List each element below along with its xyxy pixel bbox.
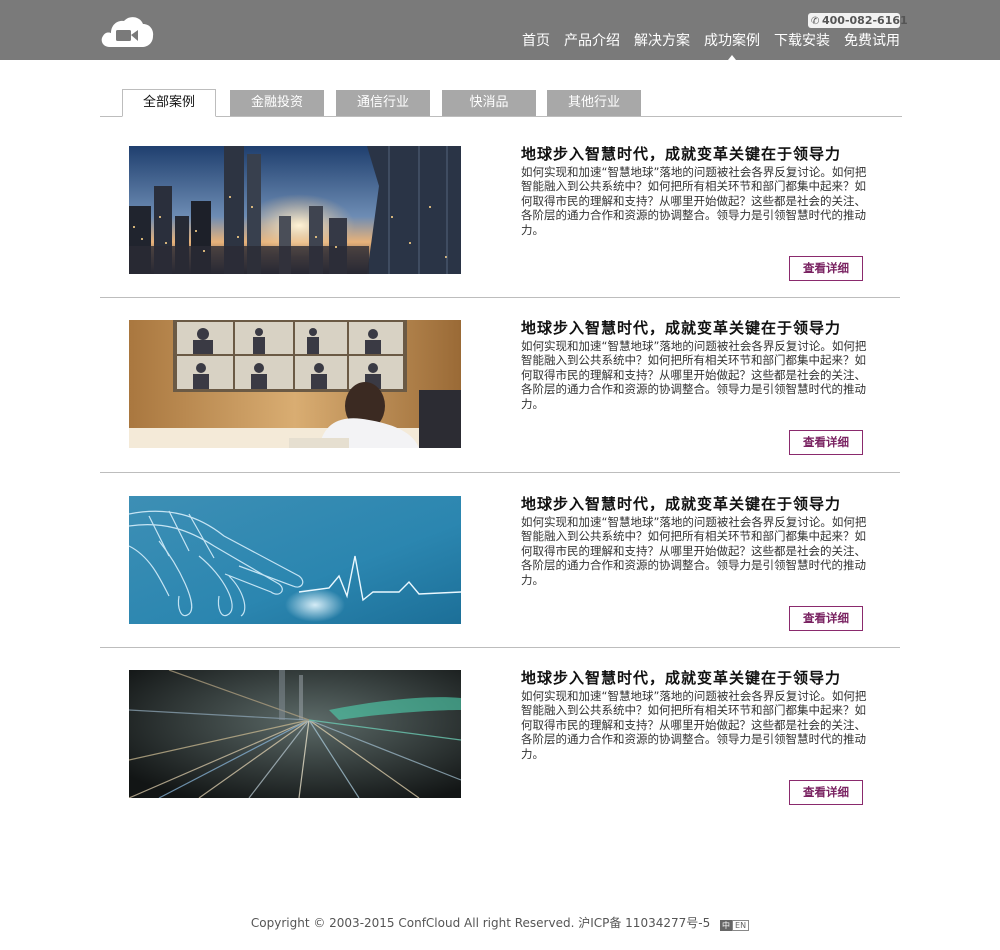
nav-products[interactable]: 产品介绍 [564,32,620,50]
view-details-button[interactable]: 查看详细 [789,430,863,455]
tab-other[interactable]: 其他行业 [547,90,641,116]
lang-zh-button[interactable]: 中 [720,919,733,931]
view-details-button[interactable]: 查看详细 [789,780,863,805]
video-conference-photo[interactable] [129,320,461,448]
case-title: 地球步入智慧时代，成就变革关键在于领导力 [521,669,842,687]
phone-number: ✆ 400-082-6161 [808,13,908,28]
cloud-video-camera-icon[interactable] [100,13,154,49]
case-item: 地球步入智慧时代，成就变革关键在于领导力 如何实现和加速“智慧地球”落地的问题被… [100,319,900,473]
site-header: ✆ 400-082-6161 首页 产品介绍 解决方案 成功案例 下载安装 免费试… [0,0,1000,60]
nav-download[interactable]: 下载安装 [774,32,830,50]
site-footer: Copyright © 2003-2015 ConfCloud All righ… [0,914,1000,931]
case-description: 如何实现和加速“智慧地球”落地的问题被社会各界反复讨论。如何把智能融入到公共系统… [521,515,867,587]
city-skyline-photo[interactable] [129,146,461,274]
nav-cases[interactable]: 成功案例 [704,32,760,60]
case-item: 地球步入智慧时代，成就变革关键在于领导力 如何实现和加速“智慧地球”落地的问题被… [100,669,900,820]
light-speed-city-photo[interactable] [129,670,461,798]
view-details-button[interactable]: 查看详细 [789,606,863,631]
case-item: 地球步入智慧时代，成就变革关键在于领导力 如何实现和加速“智慧地球”落地的问题被… [100,495,900,648]
tab-all-cases[interactable]: 全部案例 [122,89,216,117]
category-tabs: 全部案例 金融投资 通信行业 快消品 其他行业 [100,89,902,117]
lang-en-button[interactable]: EN [732,919,750,931]
case-description: 如何实现和加速“智慧地球”落地的问题被社会各界反复讨论。如何把智能融入到公共系统… [521,689,867,761]
nav-home[interactable]: 首页 [522,32,550,50]
case-item: 地球步入智慧时代，成就变革关键在于领导力 如何实现和加速“智慧地球”落地的问题被… [100,145,900,298]
tab-telecom[interactable]: 通信行业 [336,90,430,116]
language-switch: 中 EN [720,917,750,931]
nav-solutions[interactable]: 解决方案 [634,32,690,50]
case-description: 如何实现和加速“智慧地球”落地的问题被社会各界反复讨论。如何把智能融入到公共系统… [521,165,867,237]
main-nav: 首页 产品介绍 解决方案 成功案例 下载安装 免费试用 [508,32,900,60]
phone-icon: ✆ [811,16,820,27]
copyright-text: Copyright © 2003-2015 ConfCloud All righ… [250,916,711,930]
tab-finance[interactable]: 金融投资 [230,90,324,116]
case-title: 地球步入智慧时代，成就变革关键在于领导力 [521,145,842,163]
phone-text: 400-082-6161 [822,14,908,27]
tab-fmcg[interactable]: 快消品 [442,90,536,116]
case-title: 地球步入智慧时代，成就变革关键在于领导力 [521,495,842,513]
case-description: 如何实现和加速“智慧地球”落地的问题被社会各界反复讨论。如何把智能融入到公共系统… [521,339,867,411]
nav-free-trial[interactable]: 免费试用 [844,32,900,50]
view-details-button[interactable]: 查看详细 [789,256,863,281]
digital-hand-photo[interactable] [129,496,461,624]
case-title: 地球步入智慧时代，成就变革关键在于领导力 [521,319,842,337]
